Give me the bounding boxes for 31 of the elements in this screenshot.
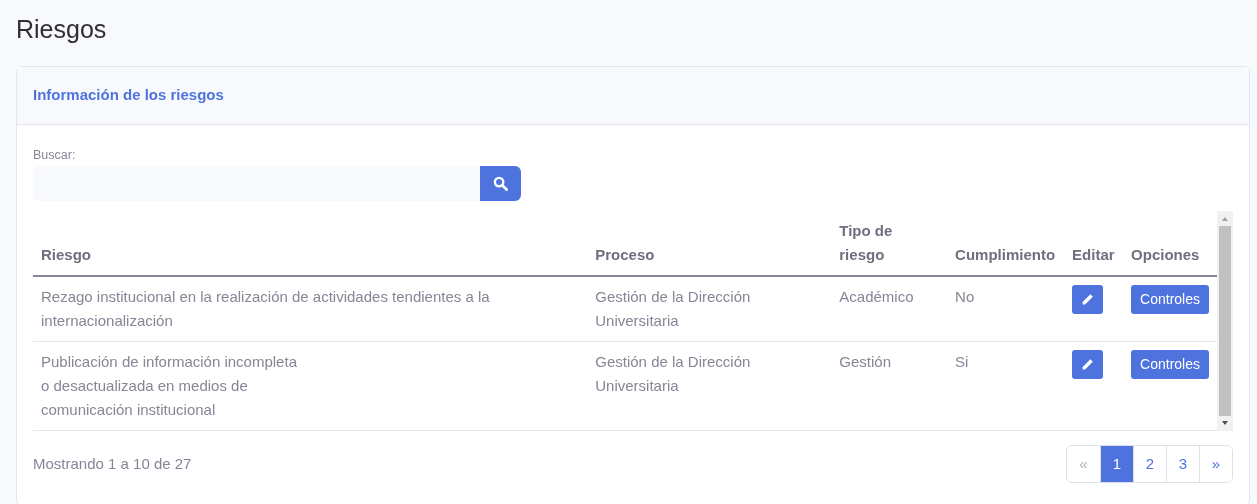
table-cell: Gestión de la Dirección Universitaria — [595, 353, 751, 395]
search-field[interactable] — [33, 166, 480, 202]
page-link[interactable]: » — [1199, 446, 1232, 483]
scroll-up-icon[interactable] — [1221, 215, 1229, 224]
table-cell: Gestión de la Dirección Universitaria — [595, 288, 751, 330]
table-cell: Gestión — [839, 353, 891, 371]
search-button[interactable] — [480, 166, 521, 202]
entries-summary: Mostrando 1 a 10 de 27 — [33, 454, 192, 474]
table-cell: Si — [955, 353, 969, 371]
column-header: Editar — [1072, 246, 1115, 264]
page-link[interactable]: 1 — [1100, 446, 1133, 483]
table-cell: Publicación de información incompleta o desactualizada en medios de comunicación institucional — [41, 353, 297, 419]
table-cell: Académico — [839, 288, 914, 306]
controls-button[interactable]: Controles — [1131, 285, 1209, 315]
column-header: Cumplimiento — [955, 246, 1056, 264]
search-icon — [493, 176, 508, 192]
edit-button[interactable] — [1072, 350, 1104, 380]
scrollbar[interactable] — [1217, 211, 1233, 432]
pencil-icon — [1081, 293, 1095, 307]
edit-button[interactable] — [1072, 285, 1104, 315]
controls-button[interactable]: Controles — [1131, 350, 1209, 380]
table-cell: Rezago institucional en la realización de actividades tendientes a la internacionalización — [41, 288, 490, 330]
page-title: Riesgos — [16, 14, 108, 44]
column-header: Opciones — [1131, 246, 1200, 264]
column-header: Riesgo — [41, 246, 91, 264]
search-label: Buscar: — [33, 146, 76, 164]
pencil-icon — [1081, 358, 1095, 372]
column-header: Proceso — [595, 246, 655, 264]
table-cell: No — [955, 288, 975, 306]
column-header: Tipo de riesgo — [839, 222, 893, 264]
card-title: Información de los riesgos — [33, 86, 224, 103]
